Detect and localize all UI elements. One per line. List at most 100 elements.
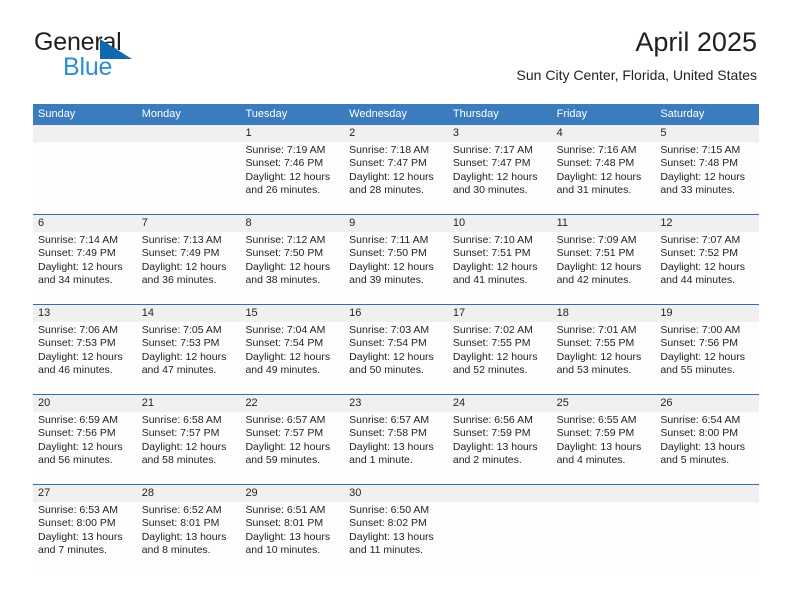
day-number-28[interactable]: 28	[137, 485, 241, 502]
sunrise-text: Sunrise: 7:19 AM	[245, 144, 326, 156]
daylight-text-line1: Daylight: 13 hours	[349, 530, 434, 543]
day-number-29[interactable]: 29	[240, 485, 344, 502]
daylight-text-line2: and 41 minutes.	[452, 273, 528, 286]
day-number-26[interactable]: 26	[655, 395, 759, 412]
day-cell-13[interactable]: Sunrise: 7:06 AM Sunset: 7:53 PM Daylight:…	[33, 322, 137, 394]
day-cell-29[interactable]: Sunrise: 6:51 AM Sunset: 8:01 PM Daylight:…	[240, 502, 344, 574]
day-number-14[interactable]: 14	[137, 305, 241, 322]
day-cell-27[interactable]: Sunrise: 6:53 AM Sunset: 8:00 PM Daylight:…	[33, 502, 137, 574]
week-detail-band: Sunrise: 6:53 AM Sunset: 8:00 PM Daylight:…	[33, 502, 759, 574]
day-cell-25[interactable]: Sunrise: 6:55 AM Sunset: 7:59 PM Daylight:…	[552, 412, 656, 484]
sunrise-text: Sunrise: 6:58 AM	[141, 414, 222, 426]
sunset-text: Sunset: 7:49 PM	[141, 247, 220, 260]
day-cell-30[interactable]: Sunrise: 6:50 AM Sunset: 8:02 PM Daylight:…	[344, 502, 448, 574]
daylight-text-line1: Daylight: 13 hours	[556, 440, 642, 453]
day-cell-19[interactable]: Sunrise: 7:00 AM Sunset: 7:56 PM Daylight:…	[655, 322, 759, 394]
weekday-header-wednesday: Wednesday	[349, 108, 408, 120]
day-cell-9[interactable]: Sunrise: 7:11 AM Sunset: 7:50 PM Daylight:…	[344, 232, 448, 304]
day-number-13[interactable]: 13	[33, 305, 137, 322]
day-cell-14[interactable]: Sunrise: 7:05 AM Sunset: 7:53 PM Daylight:…	[137, 322, 241, 394]
day-number-15[interactable]: 15	[240, 305, 344, 322]
weekday-header-row: Sunday Monday Tuesday Wednesday Thursday Frid…	[33, 104, 759, 125]
day-number-5[interactable]: 5	[655, 125, 759, 142]
day-cell-3[interactable]: Sunrise: 7:17 AM Sunset: 7:47 PM Daylight:…	[448, 142, 552, 214]
day-cell-26[interactable]: Sunrise: 6:54 AM Sunset: 8:00 PM Daylight:…	[655, 412, 759, 484]
calendar-week-row: 13 14 15 16 17 18 19 Sunrise: 7:06 AM Sunset: 7:…	[33, 304, 759, 394]
daylight-text-line1: Daylight: 13 hours	[245, 530, 331, 543]
day-cell-28[interactable]: Sunrise: 6:52 AM Sunset: 8:01 PM Daylight:…	[137, 502, 241, 574]
day-number-12[interactable]: 12	[655, 215, 759, 232]
day-number-24[interactable]: 24	[448, 395, 552, 412]
day-number-21[interactable]: 21	[137, 395, 241, 412]
daylight-text-line2: and 11 minutes.	[349, 543, 424, 556]
sunrise-text: Sunrise: 6:52 AM	[141, 504, 222, 516]
day-cell-11[interactable]: Sunrise: 7:09 AM Sunset: 7:51 PM Daylight:…	[552, 232, 656, 304]
sunset-text: Sunset: 7:52 PM	[660, 247, 738, 260]
day-cell-18[interactable]: Sunrise: 7:01 AM Sunset: 7:55 PM Daylight:…	[552, 322, 656, 394]
day-number-7[interactable]: 7	[137, 215, 241, 232]
daylight-text-line2: and 5 minutes.	[660, 453, 730, 466]
day-number-1[interactable]: 1	[240, 125, 344, 142]
day-number-19[interactable]: 19	[655, 305, 759, 322]
day-cell-8[interactable]: Sunrise: 7:12 AM Sunset: 7:50 PM Daylight:…	[240, 232, 344, 304]
calendar-table: Sunday Monday Tuesday Wednesday Thursday Frid…	[33, 104, 759, 574]
day-number-empty	[552, 485, 656, 502]
daylight-text-line1: Daylight: 12 hours	[38, 260, 123, 273]
sunrise-text: Sunrise: 7:11 AM	[349, 234, 429, 246]
day-number-6[interactable]: 6	[33, 215, 137, 232]
day-number-4[interactable]: 4	[552, 125, 656, 142]
daylight-text-line2: and 36 minutes.	[141, 273, 217, 286]
daylight-text-line2: and 50 minutes.	[349, 363, 424, 376]
day-cell-1[interactable]: Sunrise: 7:19 AM Sunset: 7:46 PM Daylight:…	[240, 142, 344, 214]
day-cell-4[interactable]: Sunrise: 7:16 AM Sunset: 7:48 PM Daylight:…	[552, 142, 656, 214]
day-number-18[interactable]: 18	[552, 305, 656, 322]
sunrise-text: Sunrise: 7:12 AM	[245, 234, 326, 246]
day-number-30[interactable]: 30	[344, 485, 448, 502]
sunset-text: Sunset: 7:48 PM	[556, 157, 635, 170]
week-detail-band: Sunrise: 7:19 AM Sunset: 7:46 PM Daylight:…	[33, 142, 759, 214]
day-number-22[interactable]: 22	[240, 395, 344, 412]
day-number-23[interactable]: 23	[344, 395, 448, 412]
day-number-10[interactable]: 10	[448, 215, 552, 232]
weekday-header-thursday: Thursday	[452, 108, 499, 120]
day-number-8[interactable]: 8	[240, 215, 344, 232]
daylight-text-line2: and 55 minutes.	[660, 363, 736, 376]
day-cell-5[interactable]: Sunrise: 7:15 AM Sunset: 7:48 PM Daylight:…	[655, 142, 759, 214]
day-cell-2[interactable]: Sunrise: 7:18 AM Sunset: 7:47 PM Daylight:…	[344, 142, 448, 214]
sunrise-text: Sunrise: 6:53 AM	[38, 504, 118, 516]
weekday-header-tuesday: Tuesday	[245, 108, 288, 120]
day-cell-7[interactable]: Sunrise: 7:13 AM Sunset: 7:49 PM Daylight:…	[137, 232, 241, 304]
day-cell-10[interactable]: Sunrise: 7:10 AM Sunset: 7:51 PM Daylight:…	[448, 232, 552, 304]
daylight-text-line1: Daylight: 12 hours	[141, 350, 227, 363]
sunrise-text: Sunrise: 6:59 AM	[38, 414, 118, 426]
day-cell-22[interactable]: Sunrise: 6:57 AM Sunset: 7:57 PM Daylight:…	[240, 412, 344, 484]
sunrise-text: Sunrise: 7:06 AM	[38, 324, 118, 336]
day-cell-12[interactable]: Sunrise: 7:07 AM Sunset: 7:52 PM Daylight:…	[655, 232, 759, 304]
day-cell-6[interactable]: Sunrise: 7:14 AM Sunset: 7:49 PM Daylight:…	[33, 232, 137, 304]
day-cell-20[interactable]: Sunrise: 6:59 AM Sunset: 7:56 PM Daylight:…	[33, 412, 137, 484]
day-cell-16[interactable]: Sunrise: 7:03 AM Sunset: 7:54 PM Daylight:…	[344, 322, 448, 394]
day-number-25[interactable]: 25	[552, 395, 656, 412]
sunset-text: Sunset: 7:47 PM	[349, 157, 427, 170]
day-cell-15[interactable]: Sunrise: 7:04 AM Sunset: 7:54 PM Daylight:…	[240, 322, 344, 394]
day-number-3[interactable]: 3	[448, 125, 552, 142]
day-cell-21[interactable]: Sunrise: 6:58 AM Sunset: 7:57 PM Daylight:…	[137, 412, 241, 484]
day-cell-24[interactable]: Sunrise: 6:56 AM Sunset: 7:59 PM Daylight:…	[448, 412, 552, 484]
daylight-text-line2: and 4 minutes.	[556, 453, 626, 466]
day-number-16[interactable]: 16	[344, 305, 448, 322]
sunset-text: Sunset: 7:56 PM	[38, 427, 116, 440]
day-number-20[interactable]: 20	[33, 395, 137, 412]
day-cell-23[interactable]: Sunrise: 6:57 AM Sunset: 7:58 PM Daylight:…	[344, 412, 448, 484]
sunset-text: Sunset: 7:57 PM	[245, 427, 324, 440]
day-number-17[interactable]: 17	[448, 305, 552, 322]
day-cell-17[interactable]: Sunrise: 7:02 AM Sunset: 7:55 PM Daylight:…	[448, 322, 552, 394]
day-number-11[interactable]: 11	[552, 215, 656, 232]
general-blue-logo: General Blue	[34, 30, 264, 84]
day-number-9[interactable]: 9	[344, 215, 448, 232]
day-number-27[interactable]: 27	[33, 485, 137, 502]
daylight-text-line1: Daylight: 13 hours	[38, 530, 123, 543]
sunrise-text: Sunrise: 7:00 AM	[660, 324, 741, 336]
daylight-text-line1: Daylight: 12 hours	[452, 170, 538, 183]
day-number-2[interactable]: 2	[344, 125, 448, 142]
daylight-text-line2: and 30 minutes.	[452, 183, 528, 196]
